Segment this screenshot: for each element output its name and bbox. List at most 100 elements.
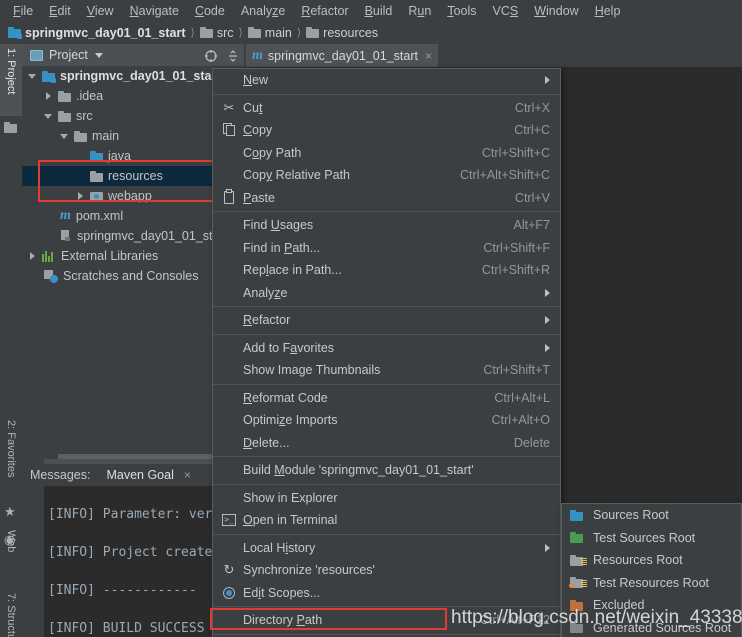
menu-item-reformat-code[interactable]: Reformat Code Ctrl+Alt+L: [213, 387, 560, 410]
chevron-down-icon[interactable]: [60, 131, 70, 141]
collapse-all-icon[interactable]: [226, 49, 240, 63]
menu-item-shortcut: Ctrl+Alt+F12: [479, 613, 550, 628]
tree-node-label: webapp: [108, 189, 152, 203]
menu-item-label: Paste: [243, 190, 275, 205]
breadcrumb-item-main[interactable]: main: [246, 26, 294, 40]
menu-item-local-history[interactable]: Local History: [213, 537, 560, 560]
submenu-item-test-sources-root[interactable]: Test Sources Root: [562, 527, 741, 550]
tree-node-springmvc_day01_01_start[interactable]: springmvc_day01_01_start: [22, 66, 244, 86]
tool-button-project[interactable]: 1: Project: [0, 44, 22, 116]
menu-item-paste[interactable]: Paste Ctrl+V: [213, 187, 560, 210]
close-icon[interactable]: ×: [184, 468, 191, 482]
menu-item-build-module[interactable]: Build Module 'springmvc_day01_01_start': [213, 459, 560, 482]
star-icon: ★: [4, 504, 16, 519]
menu-navigate[interactable]: Navigate: [122, 2, 187, 20]
menu-code[interactable]: Code: [187, 2, 233, 20]
menu-item-label: Show in Explorer: [243, 490, 338, 505]
chevron-down-icon[interactable]: [44, 111, 54, 121]
tree-node-module-iml[interactable]: springmvc_day01_01_sta: [22, 226, 244, 246]
submenu-item-label: Test Sources Root: [593, 530, 696, 545]
menu-item-replace-in-path[interactable]: Replace in Path... Ctrl+Shift+R: [213, 259, 560, 282]
menu-analyze[interactable]: Analyze: [233, 2, 293, 20]
menu-item-add-to-favorites[interactable]: Add to Favorites: [213, 337, 560, 360]
submenu-item-resources-root[interactable]: Resources Root: [562, 549, 741, 572]
menu-separator: [213, 633, 560, 635]
tree-node-pom-xml[interactable]: m pom.xml: [22, 206, 244, 226]
menu-run[interactable]: Run: [400, 2, 439, 20]
menu-tools[interactable]: Tools: [439, 2, 484, 20]
menu-item-show-in-explorer[interactable]: Show in Explorer: [213, 487, 560, 510]
breadcrumb-label: springmvc_day01_01_start: [25, 25, 186, 40]
menu-file[interactable]: FFileile: [5, 2, 41, 20]
submenu-item-test-resources-root[interactable]: Test Resources Root: [562, 572, 741, 595]
tree-node-java[interactable]: java: [22, 146, 244, 166]
menu-item-cut[interactable]: ✂ Cut Ctrl+X: [213, 97, 560, 120]
menu-item-copy-path[interactable]: Copy Path Ctrl+Shift+C: [213, 142, 560, 165]
menu-item-analyze[interactable]: Analyze: [213, 282, 560, 305]
breadcrumb-separator: ⟩: [296, 27, 302, 39]
menu-item-new[interactable]: New: [213, 69, 560, 92]
tree-node-idea[interactable]: .idea: [22, 86, 244, 106]
project-panel-header: Project: [22, 44, 282, 66]
tree-node-webapp[interactable]: webapp: [22, 186, 244, 206]
menu-item-edit-scopes[interactable]: Edit Scopes...: [213, 582, 560, 605]
blank-icon: [221, 167, 237, 183]
menu-item-shortcut: Ctrl+C: [514, 123, 550, 138]
breadcrumb-item-src[interactable]: src: [198, 26, 236, 40]
menu-build[interactable]: Build: [357, 2, 401, 20]
menu-item-optimize-imports[interactable]: Optimize Imports Ctrl+Alt+O: [213, 409, 560, 432]
menu-view[interactable]: View: [79, 2, 122, 20]
breadcrumb-separator: ⟩: [238, 27, 243, 39]
menu-item-find-usages[interactable]: Find Usages Alt+F7: [213, 214, 560, 237]
tree-node-src[interactable]: src: [22, 106, 244, 126]
menu-item-refactor[interactable]: Refactor: [213, 309, 560, 332]
menu-item-copy[interactable]: Copy Ctrl+C: [213, 119, 560, 142]
blank-icon: [221, 490, 237, 506]
breadcrumb-item-resources[interactable]: resources: [304, 26, 380, 40]
project-icon: [30, 49, 43, 61]
editor-tab-pom[interactable]: m springmvc_day01_01_start ×: [246, 44, 438, 67]
menu-item-find-in-path[interactable]: Find in Path... Ctrl+Shift+F: [213, 237, 560, 260]
menu-item-show-image-thumbnails[interactable]: Show Image Thumbnails Ctrl+Shift+T: [213, 359, 560, 382]
tree-node-resources[interactable]: resources: [22, 166, 244, 186]
menu-refactor[interactable]: Refactor: [293, 2, 356, 20]
submenu-item-excluded[interactable]: Excluded: [562, 594, 741, 617]
chevron-right-icon[interactable]: [44, 91, 54, 101]
menu-item-delete[interactable]: Delete... Delete: [213, 432, 560, 455]
editor-tab-strip: m springmvc_day01_01_start ×: [244, 44, 742, 67]
menu-item-shortcut: Ctrl+X: [514, 100, 550, 115]
breadcrumb-item-project[interactable]: springmvc_day01_01_start: [6, 26, 188, 40]
menu-vcs[interactable]: VCS: [485, 2, 527, 20]
chevron-right-icon[interactable]: [28, 251, 38, 261]
chevron-down-icon[interactable]: [94, 52, 103, 58]
folder-icon: [58, 110, 71, 122]
menu-help[interactable]: Help: [587, 2, 629, 20]
tree-node-label: External Libraries: [61, 249, 159, 263]
menu-separator: [213, 93, 560, 95]
menu-item-shortcut: Delete: [513, 435, 550, 450]
messages-label: Messages:: [30, 468, 91, 482]
submenu-item-generated-sources-root[interactable]: Generated Sources Root: [562, 617, 741, 637]
resources-root-icon: [570, 554, 587, 566]
menu-item-directory-path[interactable]: Directory Path Ctrl+Alt+F12: [213, 609, 560, 632]
tree-node-scratches-and-consoles[interactable]: Scratches and Consoles: [22, 266, 244, 286]
breadcrumb-label: main: [264, 25, 292, 40]
menu-edit[interactable]: Edit: [41, 2, 79, 20]
menu-window[interactable]: Window: [526, 2, 586, 20]
messages-tab-maven-goal[interactable]: Maven Goal: [98, 468, 181, 482]
tree-node-label: .idea: [76, 89, 104, 103]
chevron-down-icon[interactable]: [28, 71, 38, 81]
tree-node-external-libraries[interactable]: External Libraries: [22, 246, 244, 266]
chevron-right-icon[interactable]: [76, 191, 86, 201]
menu-item-open-in-terminal[interactable]: >_ Open in Terminal: [213, 509, 560, 532]
menu-item-copy-relative-path[interactable]: Copy Relative Path Ctrl+Alt+Shift+C: [213, 164, 560, 187]
tool-button-structure[interactable]: 7: Structure: [0, 589, 22, 637]
tool-button-favorites[interactable]: 2: Favorites: [0, 416, 22, 504]
menu-item-synchronize[interactable]: ↻ Synchronize 'resources': [213, 559, 560, 582]
tree-node-main[interactable]: main: [22, 126, 244, 146]
locate-icon[interactable]: [204, 49, 218, 63]
folder-icon: [74, 130, 87, 142]
close-icon[interactable]: ×: [425, 49, 432, 63]
submenu-item-sources-root[interactable]: Sources Root: [562, 504, 741, 527]
menu-item-shortcut: Ctrl+Alt+L: [494, 390, 550, 405]
